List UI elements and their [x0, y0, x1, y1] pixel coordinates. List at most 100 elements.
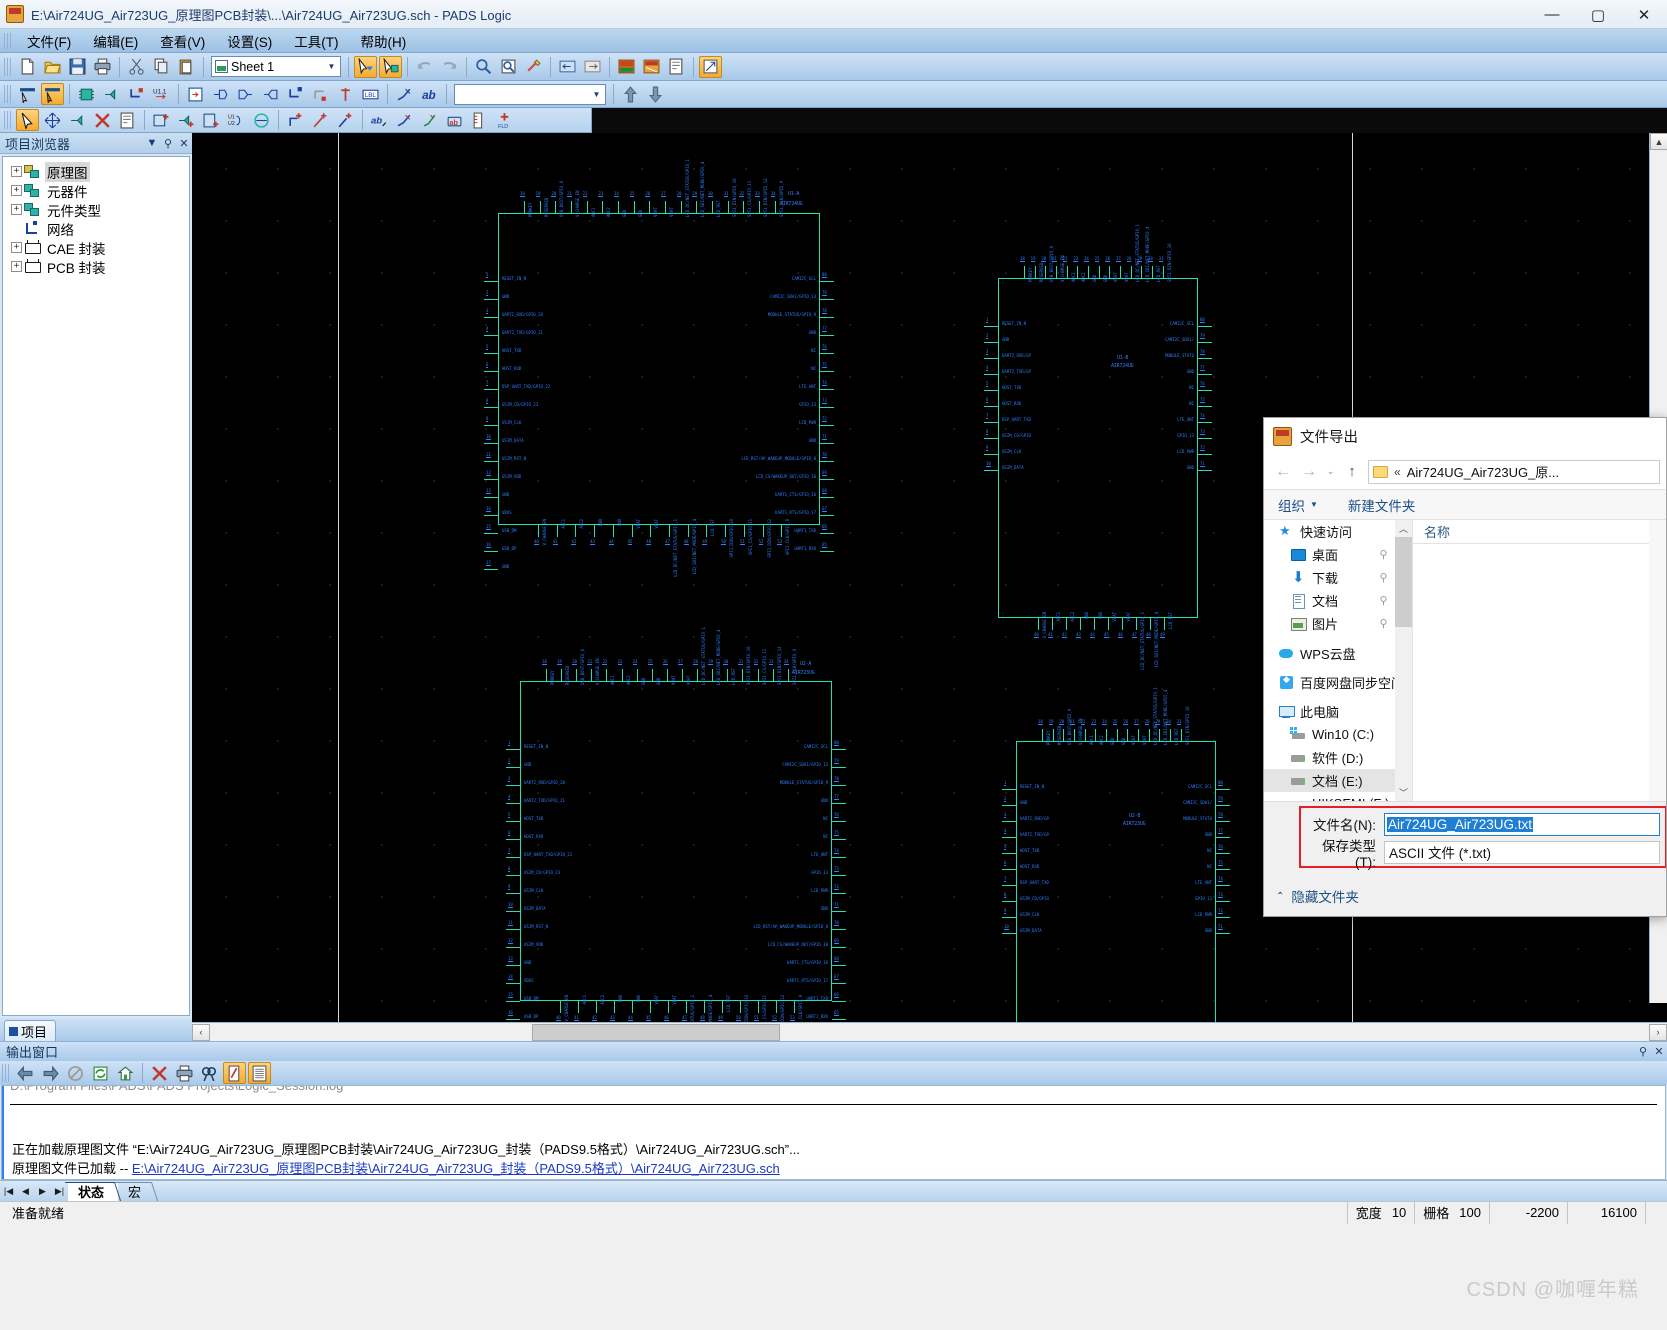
file-export-dialog[interactable]: 文件导出 ← → ⌄ ↑ « Air724UG_Air723UG_原... 组织…: [1263, 417, 1667, 917]
add-offpage-button[interactable]: [234, 83, 257, 105]
minimize-button[interactable]: —: [1529, 0, 1575, 29]
field-button[interactable]: FLD: [493, 109, 516, 131]
properties2-button[interactable]: [116, 109, 139, 131]
menu-file[interactable]: 文件(F): [16, 29, 82, 53]
organize-button[interactable]: 组织 ▼: [1278, 495, 1318, 515]
delete-button[interactable]: [91, 109, 114, 131]
pads-router-link-button[interactable]: [581, 56, 604, 78]
refresh-button[interactable]: [89, 1062, 112, 1084]
chevron-down-icon[interactable]: ▼: [144, 137, 160, 149]
tree-item-parttypes[interactable]: + 元件类型: [3, 200, 189, 219]
file-list-scrollbar[interactable]: [1649, 520, 1666, 801]
expand-icon[interactable]: +: [11, 261, 22, 272]
place-drive-d[interactable]: 软件 (D:): [1264, 746, 1395, 769]
add-part-button[interactable]: [75, 83, 98, 105]
savetype-select[interactable]: ASCII 文件 (*.txt): [1384, 840, 1660, 864]
filename-input[interactable]: Air724UG_Air723UG.txt: [1384, 812, 1660, 836]
swap-pins-button[interactable]: [250, 109, 273, 131]
pin-icon[interactable]: ⚲: [1378, 617, 1389, 630]
expand-icon[interactable]: +: [11, 185, 22, 196]
scroll-right-arrow[interactable]: ›: [1649, 1023, 1667, 1041]
paste-button[interactable]: [175, 56, 198, 78]
forward-button[interactable]: [39, 1062, 62, 1084]
close-button[interactable]: ✕: [1621, 0, 1667, 29]
text-button[interactable]: ab: [368, 109, 391, 131]
forward-arrow-icon[interactable]: →: [1296, 459, 1322, 485]
measure-button[interactable]: [468, 109, 491, 131]
place-downloads[interactable]: 下载 ⚲: [1264, 566, 1395, 589]
menu-grip[interactable]: [4, 32, 13, 49]
tree-item-cae-decals[interactable]: + CAE 封装: [3, 238, 189, 257]
find-button[interactable]: [198, 1062, 221, 1084]
add-net-button[interactable]: [125, 83, 148, 105]
add-terminal-button[interactable]: [259, 83, 282, 105]
select-parts-button[interactable]: [41, 83, 64, 105]
nav-first-button[interactable]: |◀: [0, 1182, 17, 1201]
pin-icon[interactable]: ⚲: [1635, 1045, 1651, 1058]
menu-help[interactable]: 帮助(H): [350, 29, 418, 53]
maximize-button[interactable]: ▢: [1575, 0, 1621, 29]
close-icon[interactable]: ✕: [1651, 1045, 1667, 1058]
pads-logic-b-button[interactable]: [640, 56, 663, 78]
hide-folders-toggle[interactable]: ⌃ 隐藏文件夹: [1276, 886, 1359, 906]
edit-text-button[interactable]: [393, 109, 416, 131]
highlight-button[interactable]: [393, 83, 416, 105]
highlight2-button[interactable]: [418, 109, 441, 131]
scrollbar-track[interactable]: [210, 1023, 1649, 1041]
undo-button[interactable]: [413, 56, 436, 78]
cut-button[interactable]: [125, 56, 148, 78]
select-filter-button[interactable]: [354, 55, 377, 78]
add-net2-button[interactable]: [284, 109, 307, 131]
select-tool-button[interactable]: [16, 109, 39, 131]
resize-grip[interactable]: [1645, 1201, 1667, 1224]
toolbar-grip[interactable]: [4, 111, 11, 129]
expand-icon[interactable]: +: [11, 242, 22, 253]
clear-button[interactable]: [148, 1062, 171, 1084]
open-file-button[interactable]: [41, 56, 64, 78]
add-label-button[interactable]: [334, 83, 357, 105]
move-button[interactable]: [41, 109, 64, 131]
new-folder-button[interactable]: 新建文件夹: [1348, 495, 1416, 515]
toolbar-grip[interactable]: [4, 57, 11, 76]
close-icon[interactable]: ✕: [176, 137, 192, 150]
toolbar-grip[interactable]: [4, 85, 11, 103]
menu-setup[interactable]: 设置(S): [216, 29, 283, 53]
add-sheet-button[interactable]: [184, 83, 207, 105]
place-wps-cloud[interactable]: WPS云盘: [1264, 642, 1395, 665]
add-junction2-button[interactable]: [334, 109, 357, 131]
rename-net-button[interactable]: U1.1: [150, 83, 173, 105]
output-file-link[interactable]: E:\Air724UG_Air723UG_原理图PCB封装\Air724UG_A…: [132, 1161, 780, 1176]
back-button[interactable]: [14, 1062, 37, 1084]
add-connection-button[interactable]: [100, 83, 123, 105]
add-sheet2-button[interactable]: [200, 109, 223, 131]
place-drive-c[interactable]: Win10 (C:): [1264, 723, 1395, 746]
pin-icon[interactable]: ⚲: [1378, 571, 1389, 584]
place-this-pc[interactable]: 此电脑: [1264, 700, 1395, 723]
add-junction-button[interactable]: [309, 83, 332, 105]
stop-button[interactable]: [64, 1062, 87, 1084]
place-quick-access[interactable]: 快速访问: [1264, 520, 1395, 543]
place-pictures[interactable]: 图片 ⚲: [1264, 612, 1395, 635]
tab-project[interactable]: 项目: [4, 1020, 57, 1041]
add-part2-button[interactable]: [150, 109, 173, 131]
select-anything-button[interactable]: [379, 55, 402, 78]
pin-icon[interactable]: ⚲: [1378, 548, 1389, 561]
tree-item-schematic[interactable]: + 原理图: [3, 161, 189, 182]
sheet-combo[interactable]: Sheet 1 ▼: [211, 56, 341, 77]
menu-edit[interactable]: 编辑(E): [82, 29, 149, 53]
net-combo[interactable]: ▼: [454, 83, 606, 105]
zoom-preview-button[interactable]: [497, 56, 520, 78]
scroll-up-arrow[interactable]: ▲: [1650, 133, 1667, 150]
pin-icon[interactable]: ⚲: [1378, 594, 1389, 607]
tree-item-nets[interactable]: 网络: [3, 219, 189, 238]
expand-icon[interactable]: +: [11, 204, 22, 215]
zoom-button[interactable]: [472, 56, 495, 78]
nav-prev-button[interactable]: ◀: [17, 1182, 34, 1201]
symbol-u1b[interactable]: [998, 278, 1198, 618]
breadcrumb-path[interactable]: Air724UG_Air723UG_原...: [1407, 462, 1559, 481]
places-list[interactable]: 快速访问 桌面 ⚲ 下载 ⚲ 文档 ⚲ 图片 ⚲ WPS云盘: [1264, 520, 1395, 801]
drc-button[interactable]: ab: [443, 109, 466, 131]
history-chevron-icon[interactable]: ⌄: [1322, 459, 1339, 485]
edit-button[interactable]: [223, 1062, 246, 1084]
tab-macro[interactable]: 宏: [114, 1182, 159, 1201]
